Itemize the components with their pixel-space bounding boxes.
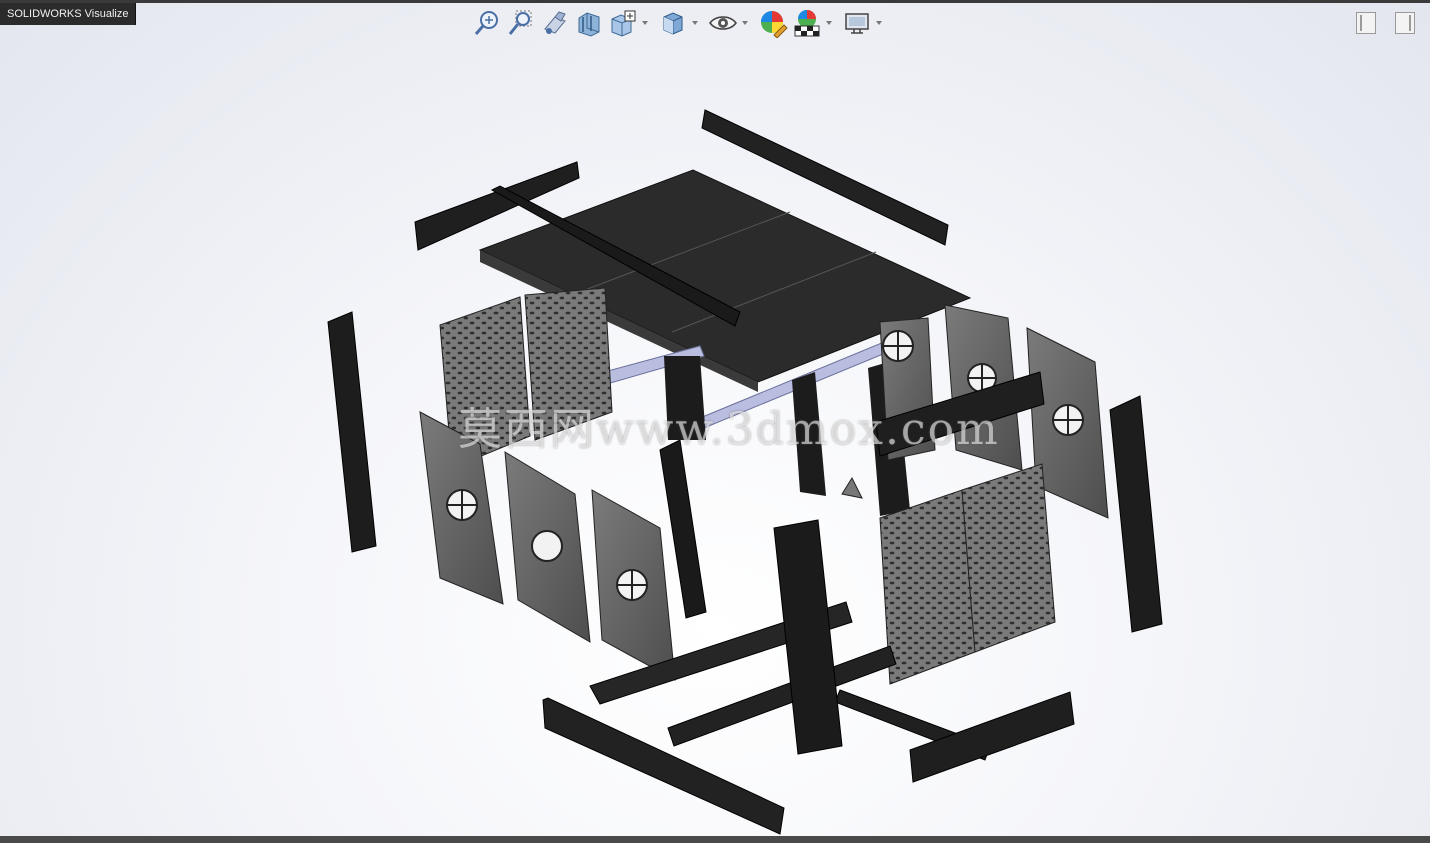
perforated-panel-front-right-1[interactable] (879, 489, 976, 685)
small-bracket[interactable] (841, 476, 863, 499)
right-corner-post[interactable] (1109, 395, 1163, 633)
left-corner-post[interactable] (327, 311, 377, 553)
window-bottom-border (0, 836, 1430, 843)
site-watermark: 莫西网www.3dmox.com (458, 404, 1000, 455)
perforated-panel-front-right-2[interactable] (961, 463, 1056, 653)
front-mid-post[interactable] (659, 439, 707, 619)
